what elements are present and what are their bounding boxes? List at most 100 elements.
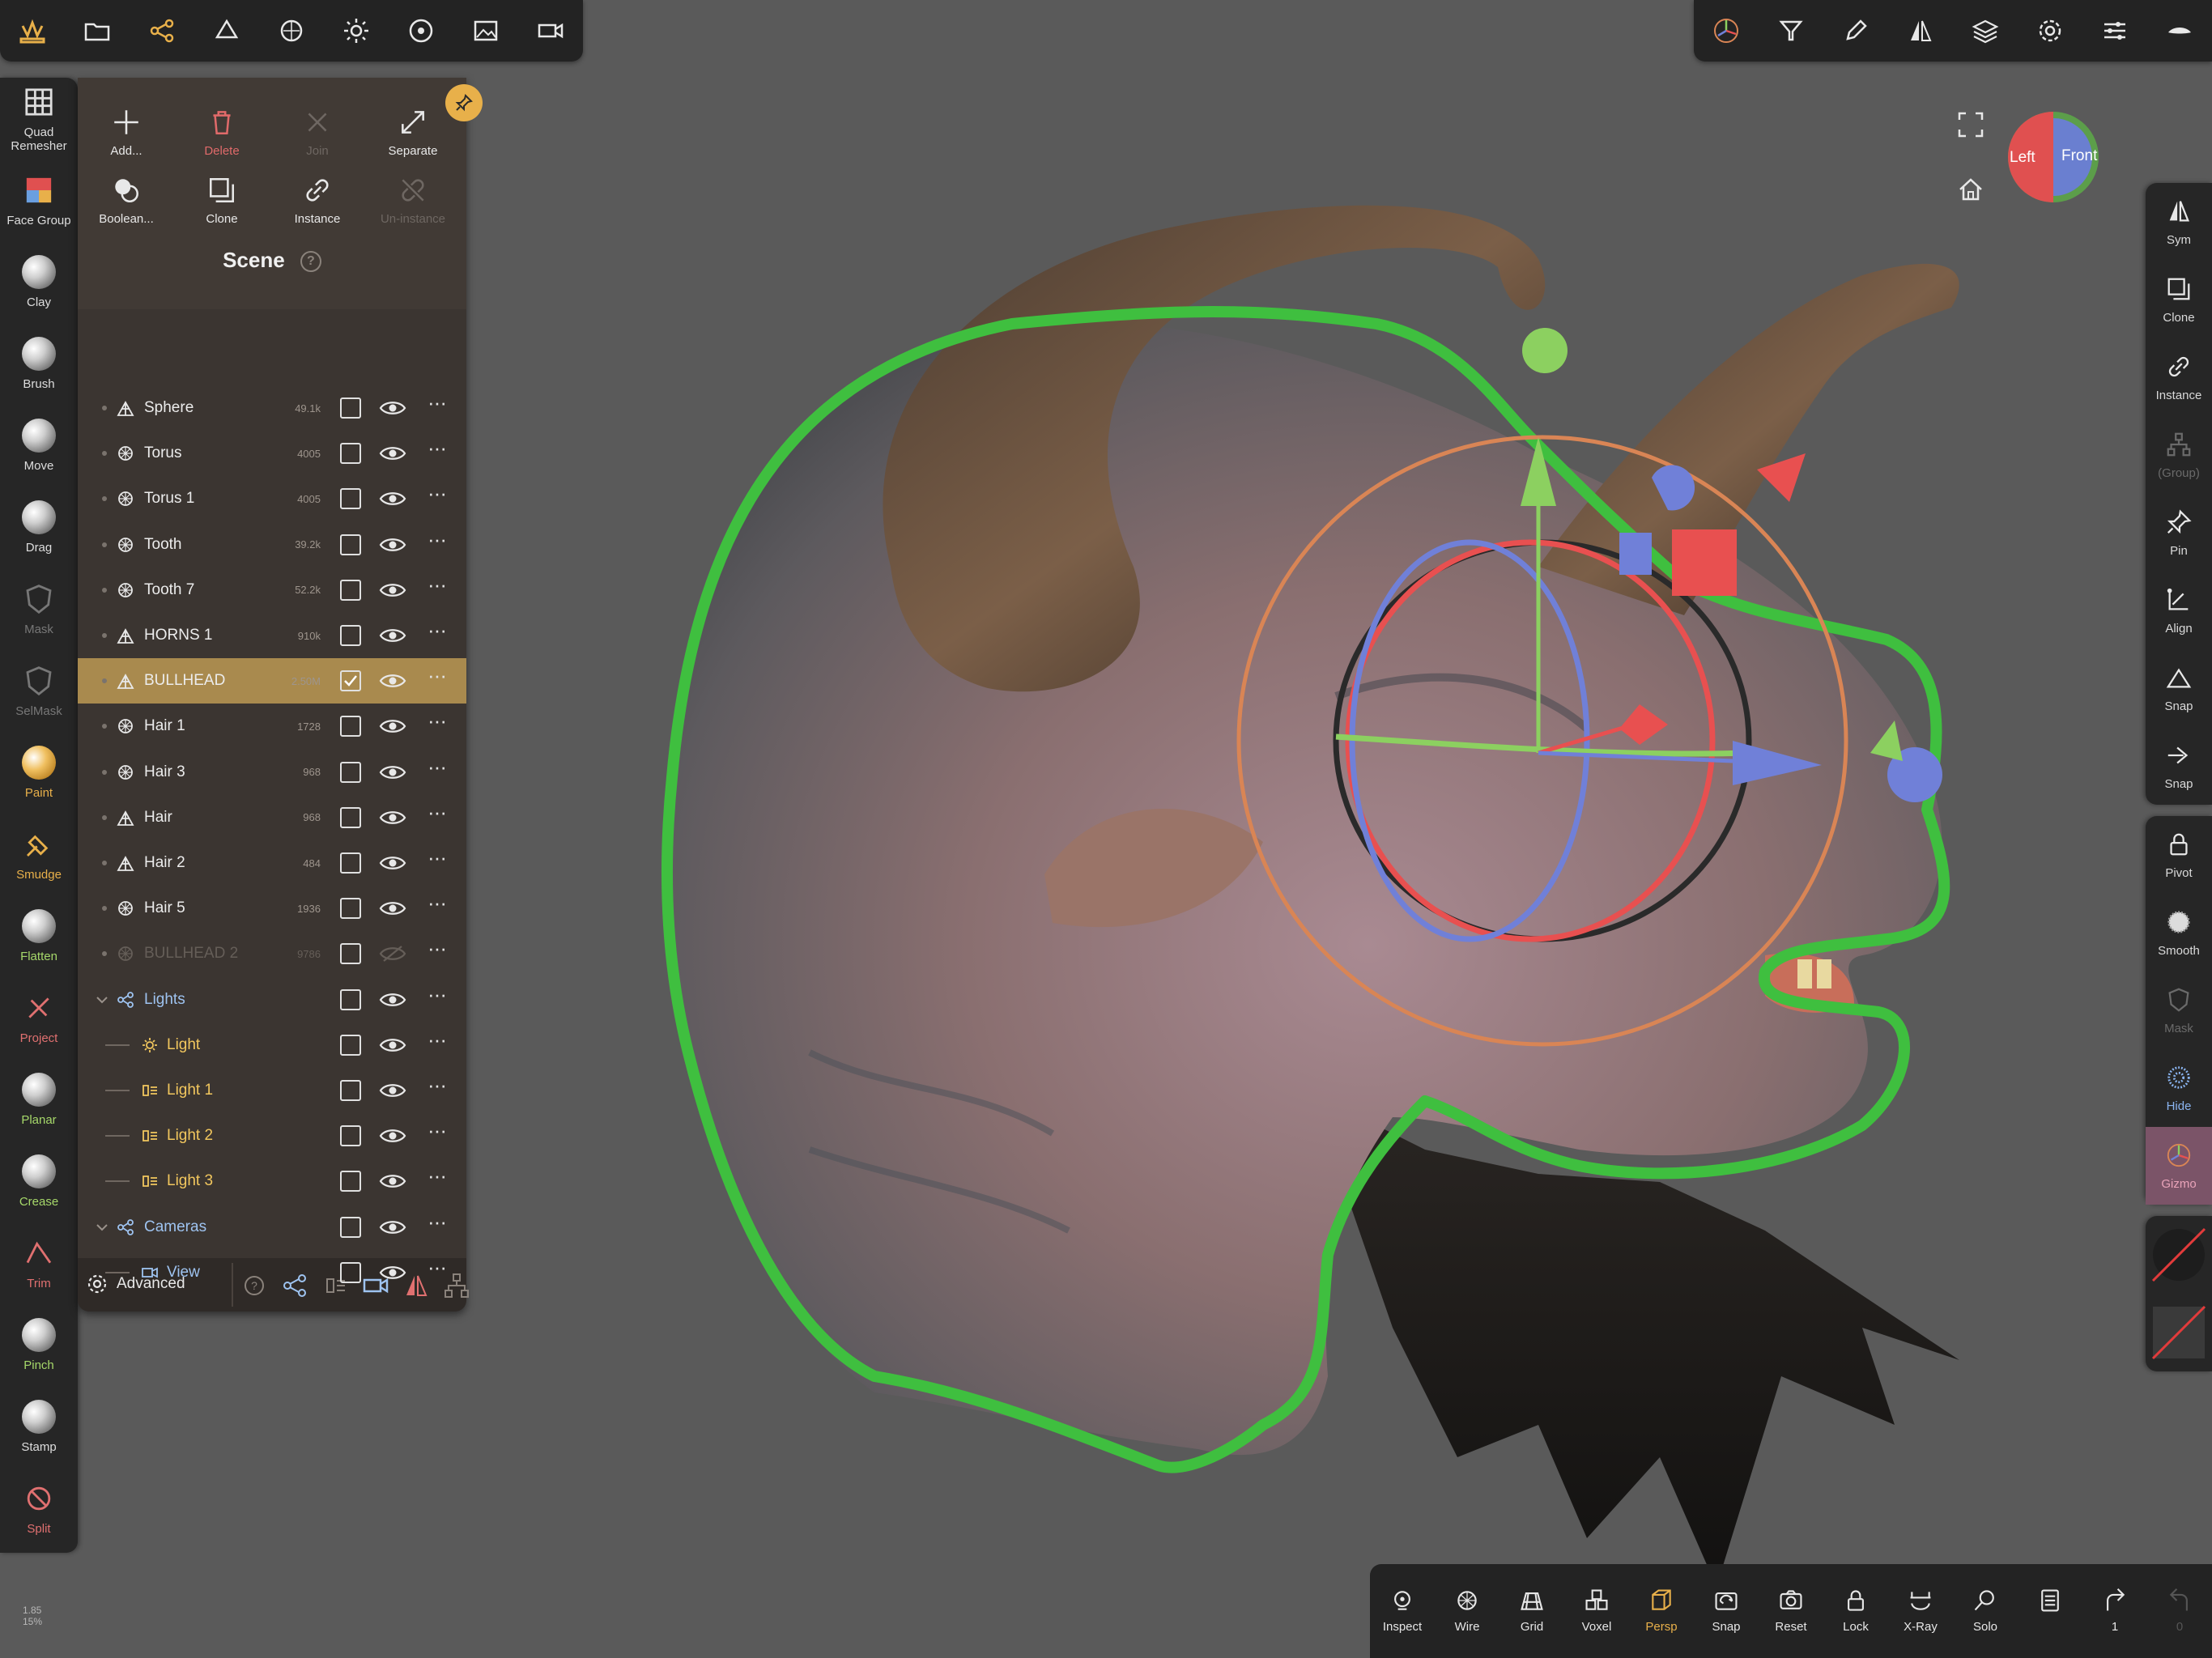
more-options-icon[interactable]: ··· (428, 755, 447, 780)
right-tool-smooth-9[interactable]: Smooth (2146, 894, 2212, 971)
right-tool-snap-6[interactable]: Snap (2146, 649, 2212, 727)
more-options-icon[interactable]: ··· (428, 1027, 447, 1052)
tool-split[interactable]: Split (0, 1468, 78, 1550)
bottom-tool-voxel[interactable]: Voxel (1564, 1588, 1629, 1635)
eye-icon[interactable] (379, 899, 406, 917)
right-tool-mask-10[interactable]: Mask (2146, 971, 2212, 1049)
scene-row-view[interactable]: View ··· (78, 1250, 466, 1295)
more-options-icon[interactable]: ··· (428, 708, 447, 733)
eye-icon[interactable] (379, 536, 406, 554)
image-icon[interactable] (453, 0, 518, 62)
scene-row-hair-1[interactable]: Hair 1 1728 ··· (78, 704, 466, 749)
tool-pinch[interactable]: Pinch (0, 1304, 78, 1386)
eye-icon[interactable] (379, 399, 406, 417)
eye-icon[interactable] (379, 444, 406, 462)
scene-row-bullhead[interactable]: BULLHEAD 2.50M ··· (78, 658, 466, 704)
sliders-icon[interactable] (2082, 0, 2147, 62)
layers-icon[interactable] (1953, 0, 2018, 62)
gizmo-icon[interactable] (1694, 0, 1759, 62)
row-checkbox[interactable] (340, 761, 361, 783)
scene-row-hair-2[interactable]: Hair 2 484 ··· (78, 840, 466, 886)
un-instance-button[interactable]: Un-instance (364, 175, 462, 226)
row-checkbox[interactable] (340, 1080, 361, 1101)
tool-brush[interactable]: Brush (0, 323, 78, 405)
bottom-tool-snap[interactable]: Snap (1694, 1588, 1759, 1635)
scene-row-light-2[interactable]: Light 2 ··· (78, 1113, 466, 1158)
more-options-icon[interactable]: ··· (428, 618, 447, 643)
folder-icon[interactable] (65, 0, 130, 62)
scene-row-light-3[interactable]: Light 3 ··· (78, 1158, 466, 1204)
viewcube-left-label[interactable]: Left (2010, 149, 2035, 167)
eye-icon[interactable] (379, 1218, 406, 1236)
tool-face-group[interactable]: Face Group (0, 159, 78, 241)
right-tool-pivot-8[interactable]: Pivot (2146, 816, 2212, 894)
right-tool-snap-7[interactable]: Snap (2146, 727, 2212, 805)
row-checkbox[interactable] (340, 1034, 361, 1056)
scene-row-horns-1[interactable]: HORNS 1 910k ··· (78, 613, 466, 658)
right-tool-gizmo-12[interactable]: Gizmo (2146, 1127, 2212, 1205)
tool-project[interactable]: Project (0, 977, 78, 1059)
scene-row-bullhead-2[interactable]: BULLHEAD 2 9786 ··· (78, 931, 466, 976)
scene-row-sphere[interactable]: Sphere 49.1k ··· (78, 385, 466, 431)
more-options-icon[interactable]: ··· (428, 982, 447, 1007)
scene-row-light[interactable]: Light ··· (78, 1022, 466, 1068)
more-options-icon[interactable]: ··· (428, 390, 447, 415)
eye-icon[interactable] (379, 1036, 406, 1054)
eye-icon[interactable] (379, 717, 406, 735)
scene-row-torus-1[interactable]: Torus 1 4005 ··· (78, 476, 466, 521)
camera-icon[interactable] (518, 0, 583, 62)
row-checkbox[interactable] (340, 625, 361, 646)
eye-icon[interactable] (379, 1082, 406, 1099)
more-options-icon[interactable]: ··· (428, 1209, 447, 1235)
boolean-button[interactable]: Boolean... (78, 175, 175, 226)
tool-paint[interactable]: Paint (0, 732, 78, 814)
more-options-icon[interactable]: ··· (428, 1255, 447, 1280)
scene-row-torus[interactable]: Torus 4005 ··· (78, 431, 466, 476)
tool-trim[interactable]: Trim (0, 1222, 78, 1304)
bottom-tool-persp[interactable]: Persp (1629, 1588, 1694, 1635)
row-checkbox[interactable] (340, 534, 361, 555)
hide-icon[interactable] (2147, 0, 2212, 62)
bottom-tool-solo[interactable]: Solo (1953, 1588, 2018, 1635)
more-options-icon[interactable]: ··· (428, 891, 447, 916)
eye-icon[interactable] (379, 1127, 406, 1145)
scene-row-tooth[interactable]: Tooth 39.2k ··· (78, 522, 466, 568)
row-checkbox[interactable] (340, 1216, 361, 1238)
material-icon[interactable] (259, 0, 324, 62)
eye-icon[interactable] (379, 809, 406, 827)
tool-selmask[interactable]: SelMask (0, 650, 78, 732)
symmetry-icon[interactable] (1888, 0, 1953, 62)
eye-hidden-icon[interactable] (379, 945, 406, 963)
home-icon[interactable] (1958, 176, 1984, 206)
bottom-tool-x-ray[interactable]: X-Ray (1888, 1588, 1953, 1635)
filter-icon[interactable] (1759, 0, 1823, 62)
scene-row-hair[interactable]: Hair 968 ··· (78, 795, 466, 840)
right-tool-sym-0[interactable]: Sym (2146, 183, 2212, 261)
right-tool-pin-4[interactable]: Pin (2146, 494, 2212, 572)
scene-graph-icon[interactable] (130, 0, 194, 62)
eye-icon[interactable] (379, 490, 406, 508)
right-tool-align-5[interactable]: Align (2146, 572, 2212, 649)
eye-icon[interactable] (379, 627, 406, 644)
scene-row-cameras[interactable]: Cameras ··· (78, 1205, 466, 1250)
row-checkbox[interactable] (340, 898, 361, 920)
viewcube[interactable]: Left Front (2006, 110, 2100, 204)
bottom-tool-history-icon[interactable] (2018, 1588, 2082, 1635)
material-swatch-flat[interactable] (2146, 1294, 2212, 1371)
row-checkbox[interactable] (340, 1125, 361, 1147)
more-options-icon[interactable]: ··· (428, 572, 447, 597)
more-options-icon[interactable]: ··· (428, 936, 447, 961)
tool-stamp[interactable]: Stamp (0, 1386, 78, 1468)
viewcube-front-label[interactable]: Front (2061, 147, 2097, 165)
scene-row-hair-5[interactable]: Hair 5 1936 ··· (78, 886, 466, 931)
more-options-icon[interactable]: ··· (428, 845, 447, 870)
row-checkbox[interactable] (340, 988, 361, 1010)
separate-button[interactable]: Separate (364, 107, 462, 158)
row-checkbox[interactable] (340, 1171, 361, 1192)
row-checkbox[interactable] (340, 443, 361, 465)
more-options-icon[interactable]: ··· (428, 481, 447, 506)
fullscreen-icon[interactable] (1958, 112, 1984, 142)
more-options-icon[interactable]: ··· (428, 1073, 447, 1098)
eye-icon[interactable] (379, 581, 406, 599)
bottom-tool-inspect[interactable]: Inspect (1370, 1588, 1435, 1635)
